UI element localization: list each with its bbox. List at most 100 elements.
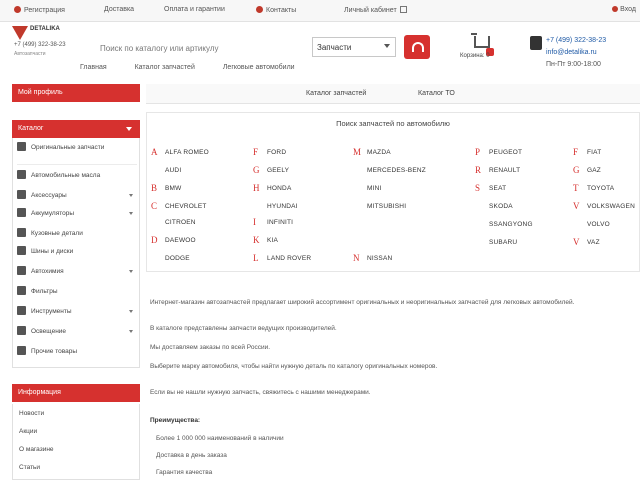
bottle-icon	[17, 266, 26, 275]
info-item[interactable]: Новости	[19, 410, 44, 417]
topbar-link-account[interactable]: Личный кабинет	[344, 6, 407, 14]
brand-link[interactable]: MINI	[367, 185, 382, 192]
brand-link[interactable]: DAEWOO	[165, 237, 196, 244]
catalog-menu-header[interactable]: Каталог	[12, 120, 140, 138]
brand-link[interactable]: LAND ROVER	[267, 255, 311, 262]
brand-link[interactable]: CHEVROLET	[165, 203, 207, 210]
wheel-icon	[17, 246, 26, 255]
box-icon	[17, 346, 26, 355]
topbar-link-delivery[interactable]: Доставка	[104, 6, 134, 13]
letter-index: G	[573, 165, 580, 175]
sidebar-item-other[interactable]: Прочие товары	[17, 346, 77, 355]
sidebar-item-tools[interactable]: Инструменты	[17, 306, 72, 315]
info-item[interactable]: О магазине	[19, 446, 54, 453]
brand-link[interactable]: ALFA ROMEO	[165, 149, 209, 156]
login-link[interactable]: Вход	[612, 6, 636, 13]
site-logo[interactable]: DETALIKA +7 (499) 322-38-23 Автозапчасти	[12, 26, 70, 70]
catalog-title: Поиск запчастей по автомобилю	[336, 119, 450, 128]
brand-link[interactable]: MERCEDES-BENZ	[367, 167, 426, 174]
tab-maintenance[interactable]: Каталог ТО	[418, 90, 455, 97]
sidebar-item-batteries[interactable]: Аккумуляторы	[17, 208, 74, 217]
breadcrumb: Главная Каталог запчастей Легковые автом…	[80, 64, 321, 71]
search-label: Поиск по каталогу или артикулу	[100, 44, 219, 53]
user-icon	[14, 6, 21, 13]
letter-index: F	[573, 147, 579, 157]
brand-link[interactable]: SKODA	[489, 203, 513, 210]
profile-button[interactable]: Мой профиль	[12, 84, 140, 102]
wrench-icon	[17, 228, 26, 237]
brand-link[interactable]: GAZ	[587, 167, 601, 174]
brand-link[interactable]: RENAULT	[489, 167, 520, 174]
info-item[interactable]: Статьи	[19, 464, 40, 471]
brand-link[interactable]: VOLKSWAGEN	[587, 203, 635, 210]
letter-index: P	[475, 147, 481, 157]
letter-index: A	[151, 147, 158, 157]
brand-link[interactable]: SUBARU	[489, 239, 517, 246]
brand-link[interactable]: MAZDA	[367, 149, 391, 156]
brand-link[interactable]: PEUGEOT	[489, 149, 522, 156]
brand-link[interactable]: FIAT	[587, 149, 601, 156]
brand-link[interactable]: FORD	[267, 149, 286, 156]
brand-link[interactable]: SSANGYONG	[489, 221, 533, 228]
sidebar-item-filters[interactable]: Фильтры	[17, 286, 58, 295]
brand-link[interactable]: BMW	[165, 185, 182, 192]
brand-link[interactable]: DODGE	[165, 255, 190, 262]
topbar-link-payment[interactable]: Оплата и гарантии	[164, 6, 225, 13]
brand-link[interactable]: VAZ	[587, 239, 600, 246]
folder-icon	[17, 208, 26, 217]
gear-icon	[17, 142, 26, 151]
brand-link[interactable]: INFINITI	[267, 219, 293, 226]
letter-index: K	[253, 235, 260, 245]
tool-icon	[17, 306, 26, 315]
description-paragraph: Выберите марку автомобиля, чтобы найти н…	[150, 363, 438, 370]
sidebar-item-original[interactable]: Оригинальные запчасти	[17, 142, 104, 151]
brand-link[interactable]: VOLVO	[587, 221, 610, 228]
letter-index: D	[151, 235, 158, 245]
letter-index: B	[151, 183, 158, 193]
letter-index: V	[573, 201, 580, 211]
search-button[interactable]	[404, 35, 430, 59]
brand-link[interactable]: HONDA	[267, 185, 291, 192]
breadcrumb-item[interactable]: Каталог запчастей	[135, 64, 195, 71]
brand-link[interactable]: NISSAN	[367, 255, 392, 262]
car-icon	[17, 190, 26, 199]
brand-link[interactable]: AUDI	[165, 167, 181, 174]
letter-index: N	[353, 253, 360, 263]
sidebar-item-tires[interactable]: Шины и диски	[17, 246, 73, 255]
letter-index: S	[475, 183, 481, 193]
info-menu: Новости Акции О магазине Статьи	[12, 404, 140, 480]
letter-index: M	[353, 147, 362, 157]
header-email[interactable]: info@detalika.ru	[546, 49, 597, 56]
topbar-link-contacts[interactable]: Контакты	[256, 6, 296, 14]
brand-link[interactable]: MITSUBISHI	[367, 203, 406, 210]
tab-catalog[interactable]: Каталог запчастей	[306, 90, 366, 97]
letter-index: C	[151, 201, 158, 211]
brand-link[interactable]: HYUNDAI	[267, 203, 298, 210]
login-icon	[612, 6, 619, 12]
info-item[interactable]: Акции	[19, 428, 37, 435]
breadcrumb-item[interactable]: Главная	[80, 64, 107, 71]
sidebar-item-oils[interactable]: Автомобильные масла	[17, 170, 100, 179]
sidebar-item-body[interactable]: Кузовные детали	[17, 228, 83, 237]
letter-index: F	[253, 147, 259, 157]
description-paragraph: Мы доставляем заказы по всей России.	[150, 344, 271, 351]
sidebar-item-chemicals[interactable]: Автохимия	[17, 266, 64, 275]
topbar-link-register[interactable]: Регистрация	[14, 6, 65, 14]
sidebar-item-lights[interactable]: Освещение	[17, 326, 66, 335]
info-menu-header[interactable]: Информация	[12, 384, 140, 402]
cart-text[interactable]: Корзина: 0	[460, 53, 490, 59]
filter-icon	[17, 286, 26, 295]
breadcrumb-item[interactable]: Легковые автомобили	[223, 64, 295, 71]
letter-index: L	[253, 253, 259, 263]
logo-mark-icon	[12, 26, 28, 40]
cart-icon[interactable]	[471, 33, 490, 48]
brand-link[interactable]: KIA	[267, 237, 278, 244]
header-phone[interactable]: +7 (499) 322-38-23	[546, 37, 606, 44]
brand-link[interactable]: CITROEN	[165, 219, 196, 226]
brand-link[interactable]: TOYOTA	[587, 185, 614, 192]
lamp-icon	[17, 326, 26, 335]
brand-link[interactable]: SEAT	[489, 185, 506, 192]
brand-link[interactable]: GEELY	[267, 167, 289, 174]
chevron-down-icon	[129, 194, 133, 197]
sidebar-item-accessories[interactable]: Аксессуары	[17, 190, 67, 199]
